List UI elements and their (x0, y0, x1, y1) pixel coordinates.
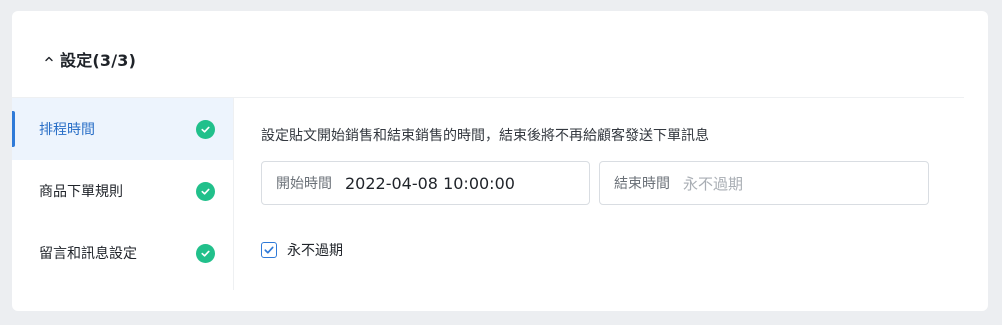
end-time-field[interactable]: 結束時間 永不過期 (599, 161, 929, 205)
start-time-label: 開始時間 (276, 176, 332, 192)
check-circle-icon (196, 120, 215, 139)
never-expire-label: 永不過期 (287, 243, 343, 259)
step-label: 排程時間 (39, 122, 95, 138)
schedule-content: 設定貼文開始銷售和結束銷售的時間，結束後將不再給顧客發送下單訊息 開始時間 20… (261, 125, 951, 259)
time-range-row: 開始時間 2022-04-08 10:00:00 結束時間 永不過期 (261, 161, 929, 205)
check-circle-icon (196, 244, 215, 263)
start-time-field[interactable]: 開始時間 2022-04-08 10:00:00 (261, 161, 590, 205)
step-item-schedule[interactable]: 排程時間 (12, 98, 233, 160)
step-item-order-rules[interactable]: 商品下單規則 (12, 160, 233, 222)
never-expire-checkbox[interactable]: 永不過期 (261, 240, 343, 260)
step-item-comment-message[interactable]: 留言和訊息設定 (12, 222, 233, 284)
step-label: 商品下單規則 (39, 184, 123, 200)
checkbox-checked-icon[interactable] (261, 242, 277, 258)
chevron-up-icon (42, 52, 56, 66)
step-nav: 排程時間 商品下單規則 留言和訊息設定 (12, 98, 234, 290)
settings-card: 設定(3/3) 排程時間 商品下單規則 留言和訊息設定 設定貼文開始銷售和結束銷… (12, 11, 988, 311)
end-time-label: 結束時間 (614, 176, 670, 192)
start-time-value: 2022-04-08 10:00:00 (345, 173, 515, 193)
check-circle-icon (196, 182, 215, 201)
step-label: 留言和訊息設定 (39, 246, 137, 262)
end-time-placeholder: 永不過期 (683, 174, 744, 193)
section-header-toggle[interactable]: 設定(3/3) (42, 47, 136, 71)
section-title: 設定(3/3) (60, 51, 137, 70)
schedule-description: 設定貼文開始銷售和結束銷售的時間，結束後將不再給顧客發送下單訊息 (261, 128, 709, 144)
